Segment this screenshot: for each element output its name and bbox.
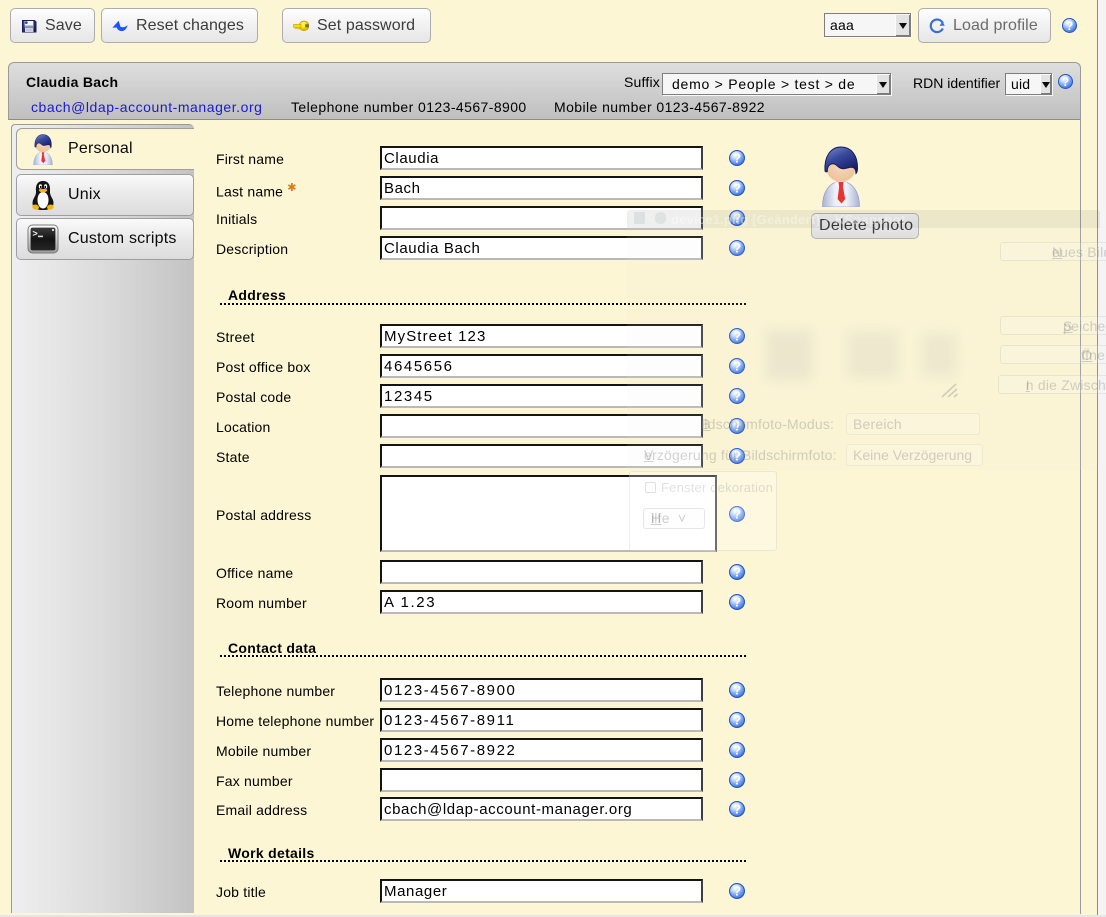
svg-text:?: ? (733, 595, 741, 610)
svg-text:>: > (32, 230, 38, 240)
svg-text:?: ? (733, 211, 741, 226)
svg-text:?: ? (733, 565, 741, 580)
svg-text:?: ? (733, 773, 741, 788)
svg-text:?: ? (733, 329, 741, 344)
svg-text:?: ? (733, 419, 741, 434)
svg-text:?: ? (733, 359, 741, 374)
svg-text:?: ? (733, 884, 741, 899)
svg-text:?: ? (733, 802, 741, 817)
svg-text:?: ? (733, 241, 741, 256)
svg-text:?: ? (733, 181, 741, 196)
svg-text:?: ? (733, 389, 741, 404)
svg-text:?: ? (733, 743, 741, 758)
svg-text:?: ? (733, 683, 741, 698)
svg-text:?: ? (733, 151, 741, 166)
svg-text:?: ? (1066, 19, 1073, 33)
svg-text:?: ? (733, 449, 741, 464)
svg-text:?: ? (733, 507, 741, 522)
svg-text:?: ? (733, 713, 741, 728)
svg-text:?: ? (1062, 75, 1069, 89)
